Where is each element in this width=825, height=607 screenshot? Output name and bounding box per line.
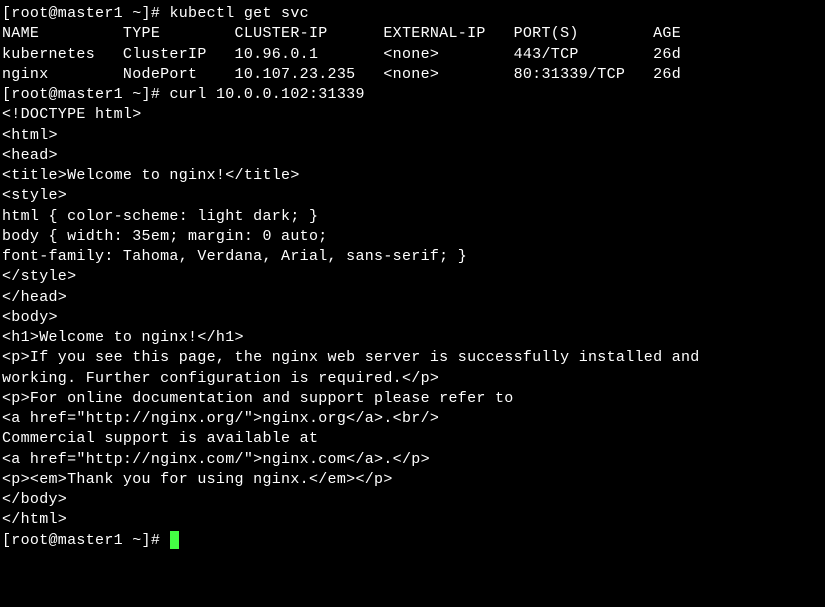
cursor	[170, 531, 179, 549]
output-line: <!DOCTYPE html>	[2, 105, 825, 125]
output-line: body { width: 35em; margin: 0 auto;	[2, 227, 825, 247]
command: kubectl get svc	[169, 5, 309, 22]
output-line: <p><em>Thank you for using nginx.</em></…	[2, 470, 825, 490]
terminal-line[interactable]: [root@master1 ~]#	[2, 531, 825, 551]
output-line: <a href="http://nginx.org/">nginx.org</a…	[2, 409, 825, 429]
output-line: </head>	[2, 288, 825, 308]
prompt: [root@master1 ~]#	[2, 532, 169, 549]
terminal-line[interactable]: [root@master1 ~]# curl 10.0.0.102:31339	[2, 85, 825, 105]
output-line: </body>	[2, 490, 825, 510]
terminal-line[interactable]: [root@master1 ~]# kubectl get svc	[2, 4, 825, 24]
output-line: working. Further configuration is requir…	[2, 369, 825, 389]
output-line: html { color-scheme: light dark; }	[2, 207, 825, 227]
prompt: [root@master1 ~]#	[2, 86, 169, 103]
output-line: <style>	[2, 186, 825, 206]
output-line: <a href="http://nginx.com/">nginx.com</a…	[2, 450, 825, 470]
output-line: <head>	[2, 146, 825, 166]
table-row: nginx NodePort 10.107.23.235 <none> 80:3…	[2, 65, 825, 85]
output-line: <html>	[2, 126, 825, 146]
table-row: kubernetes ClusterIP 10.96.0.1 <none> 44…	[2, 45, 825, 65]
output-line: Commercial support is available at	[2, 429, 825, 449]
output-line: font-family: Tahoma, Verdana, Arial, san…	[2, 247, 825, 267]
table-header: NAME TYPE CLUSTER-IP EXTERNAL-IP PORT(S)…	[2, 24, 825, 44]
output-line: <h1>Welcome to nginx!</h1>	[2, 328, 825, 348]
output-line: <p>If you see this page, the nginx web s…	[2, 348, 825, 368]
output-line: <title>Welcome to nginx!</title>	[2, 166, 825, 186]
prompt: [root@master1 ~]#	[2, 5, 169, 22]
command: curl 10.0.0.102:31339	[169, 86, 364, 103]
output-line: <body>	[2, 308, 825, 328]
output-line: </style>	[2, 267, 825, 287]
output-line: <p>For online documentation and support …	[2, 389, 825, 409]
output-line: </html>	[2, 510, 825, 530]
